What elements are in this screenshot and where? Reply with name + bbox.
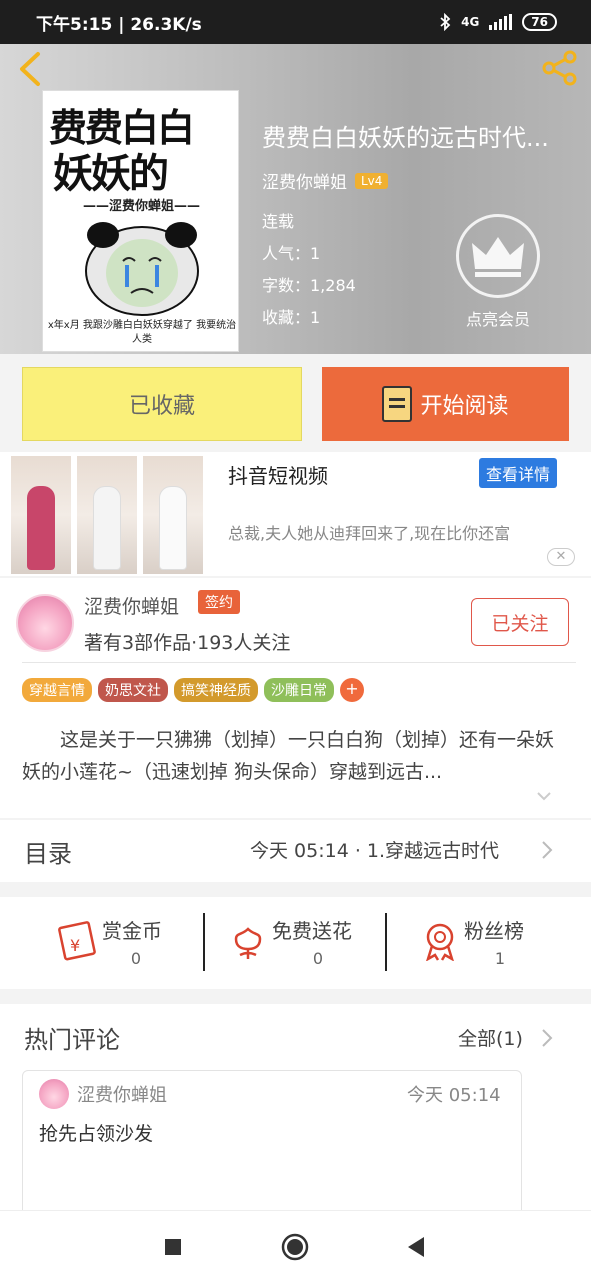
gift-name: 粉丝榜: [464, 919, 524, 943]
divider: [203, 913, 205, 971]
author-name[interactable]: 涩费你蝉姐: [84, 592, 179, 619]
home-circle-icon[interactable]: [281, 1233, 309, 1261]
tag[interactable]: 搞笑神经质: [174, 678, 258, 702]
gift-name: 免费送花: [272, 919, 352, 943]
signal-icon: [489, 14, 513, 30]
comment-card[interactable]: 涩费你蝉姐 今天 05:14 抢先占领沙发: [22, 1070, 522, 1220]
book-icon: [382, 386, 413, 422]
catalog-label: 目录: [24, 840, 72, 868]
book-author[interactable]: 涩费你蝉姐: [262, 168, 347, 193]
catalog-row[interactable]: 目录 今天 05:14 · 1.穿越远古时代: [0, 820, 591, 882]
reward-coin-item[interactable]: ¥ 赏金币 0: [50, 897, 200, 989]
ad-banner[interactable]: 抖音短视频 查看详情 总裁,夫人她从迪拜回来了,现在比你还富 ✕: [0, 452, 591, 576]
ad-close-icon[interactable]: ✕: [547, 548, 575, 566]
book-favorites: 收藏：1: [262, 308, 321, 327]
level-badge: Lv4: [355, 172, 389, 189]
collect-button[interactable]: 已收藏: [22, 367, 302, 441]
bluetooth-icon: [440, 13, 451, 31]
ad-description: 总裁,夫人她从迪拜回来了,现在比你还富: [228, 524, 511, 543]
vip-label[interactable]: 点亮会员: [444, 306, 552, 330]
vip-crown-button[interactable]: [456, 214, 540, 298]
book-word-count: 字数：1,284: [262, 276, 356, 295]
chevron-down-icon[interactable]: [536, 788, 552, 804]
gift-count: 1: [494, 949, 506, 968]
chevron-right-icon: [542, 841, 553, 859]
back-arrow-icon[interactable]: [14, 50, 44, 88]
add-tag-button[interactable]: +: [340, 678, 364, 702]
commenter-name[interactable]: 涩费你蝉姐: [77, 1081, 167, 1107]
status-bar: 下午5:15 | 26.3K/s 4G 76: [0, 0, 591, 44]
tag-list: 穿越言情 奶思文社 搞笑神经质 沙雕日常 +: [22, 678, 364, 702]
comment-text: 抢先占领沙发: [39, 1123, 154, 1145]
book-cover[interactable]: 费费白白 妖妖的 ——涩费你蝉姐—— x年x月 我跟沙雕白白妖妖穿越了 我要统治…: [42, 90, 239, 352]
author-card: 涩费你蝉姐 签约 著有3部作品·193人关注 已关注 穿越言情 奶思文社 搞笑神…: [0, 578, 591, 818]
book-status: 连载: [262, 212, 295, 231]
share-icon[interactable]: [540, 48, 580, 88]
cover-author: ——涩费你蝉姐——: [82, 199, 200, 214]
network-label: 4G: [461, 15, 480, 29]
comments-label: 热门评论: [24, 1026, 120, 1054]
tag[interactable]: 穿越言情: [22, 678, 92, 702]
system-nav-bar: [0, 1210, 591, 1280]
latest-chapter: 今天 05:14 · 1.穿越远古时代: [250, 840, 500, 862]
signed-badge: 签约: [198, 590, 240, 614]
gift-bar: ¥ 赏金币 0 免费送花 0 粉丝榜 1: [0, 897, 591, 989]
book-header: 费费白白 妖妖的 ——涩费你蝉姐—— x年x月 我跟沙雕白白妖妖穿越了 我要统治…: [0, 44, 591, 354]
hot-comments: 热门评论 全部(1) 涩费你蝉姐 今天 05:14 抢先占领沙发: [0, 1004, 591, 1220]
comment-time: 今天 05:14: [407, 1085, 501, 1106]
crown-icon: [472, 237, 524, 277]
flower-icon: [234, 927, 262, 959]
recents-square-icon[interactable]: [159, 1233, 187, 1261]
tag[interactable]: 奶思文社: [98, 678, 168, 702]
medal-icon: [426, 923, 454, 961]
panda-meme-image: [85, 222, 199, 316]
ad-thumbnail: [11, 456, 71, 574]
follow-button[interactable]: 已关注: [471, 598, 569, 646]
all-comments-link[interactable]: 全部(1): [458, 1024, 523, 1051]
gift-name: 赏金币: [102, 919, 162, 943]
book-intro[interactable]: 这是关于一只狒狒（划掉）一只白白狗（划掉）还有一朵妖妖的小莲花~（迅速划掉 狗头…: [22, 724, 562, 788]
red-envelope-icon: ¥: [58, 921, 96, 961]
book-popularity: 人气：1: [262, 244, 321, 263]
ad-thumbnail: [77, 456, 137, 574]
author-meta: 著有3部作品·193人关注: [84, 632, 291, 654]
free-flower-item[interactable]: 免费送花 0: [226, 897, 386, 989]
svg-text:¥: ¥: [70, 936, 80, 955]
ad-thumbnail: [143, 456, 203, 574]
battery-icon: 76: [522, 13, 557, 31]
start-reading-button[interactable]: 开始阅读: [322, 367, 569, 441]
tag[interactable]: 沙雕日常: [264, 678, 334, 702]
start-reading-label: 开始阅读: [420, 394, 509, 419]
cover-title-line2: 妖妖的: [53, 151, 169, 197]
cover-caption: x年x月 我跟沙雕白白妖妖穿越了 我要统治人类: [47, 320, 237, 345]
status-time: 下午5:15 | 26.3K/s: [36, 14, 202, 35]
chevron-right-icon[interactable]: [541, 1028, 553, 1048]
back-triangle-icon[interactable]: [402, 1233, 430, 1261]
author-avatar[interactable]: [16, 594, 74, 652]
divider: [385, 913, 387, 971]
ad-title: 抖音短视频: [228, 464, 328, 488]
ad-details-button[interactable]: 查看详情: [479, 458, 558, 488]
gift-count: 0: [312, 949, 324, 968]
book-title: 费费白白妖妖的远古时代...: [262, 124, 549, 152]
divider: [22, 662, 576, 663]
commenter-avatar[interactable]: [39, 1079, 69, 1109]
gift-count: 0: [130, 949, 142, 968]
fan-ranking-item[interactable]: 粉丝榜 1: [418, 897, 568, 989]
